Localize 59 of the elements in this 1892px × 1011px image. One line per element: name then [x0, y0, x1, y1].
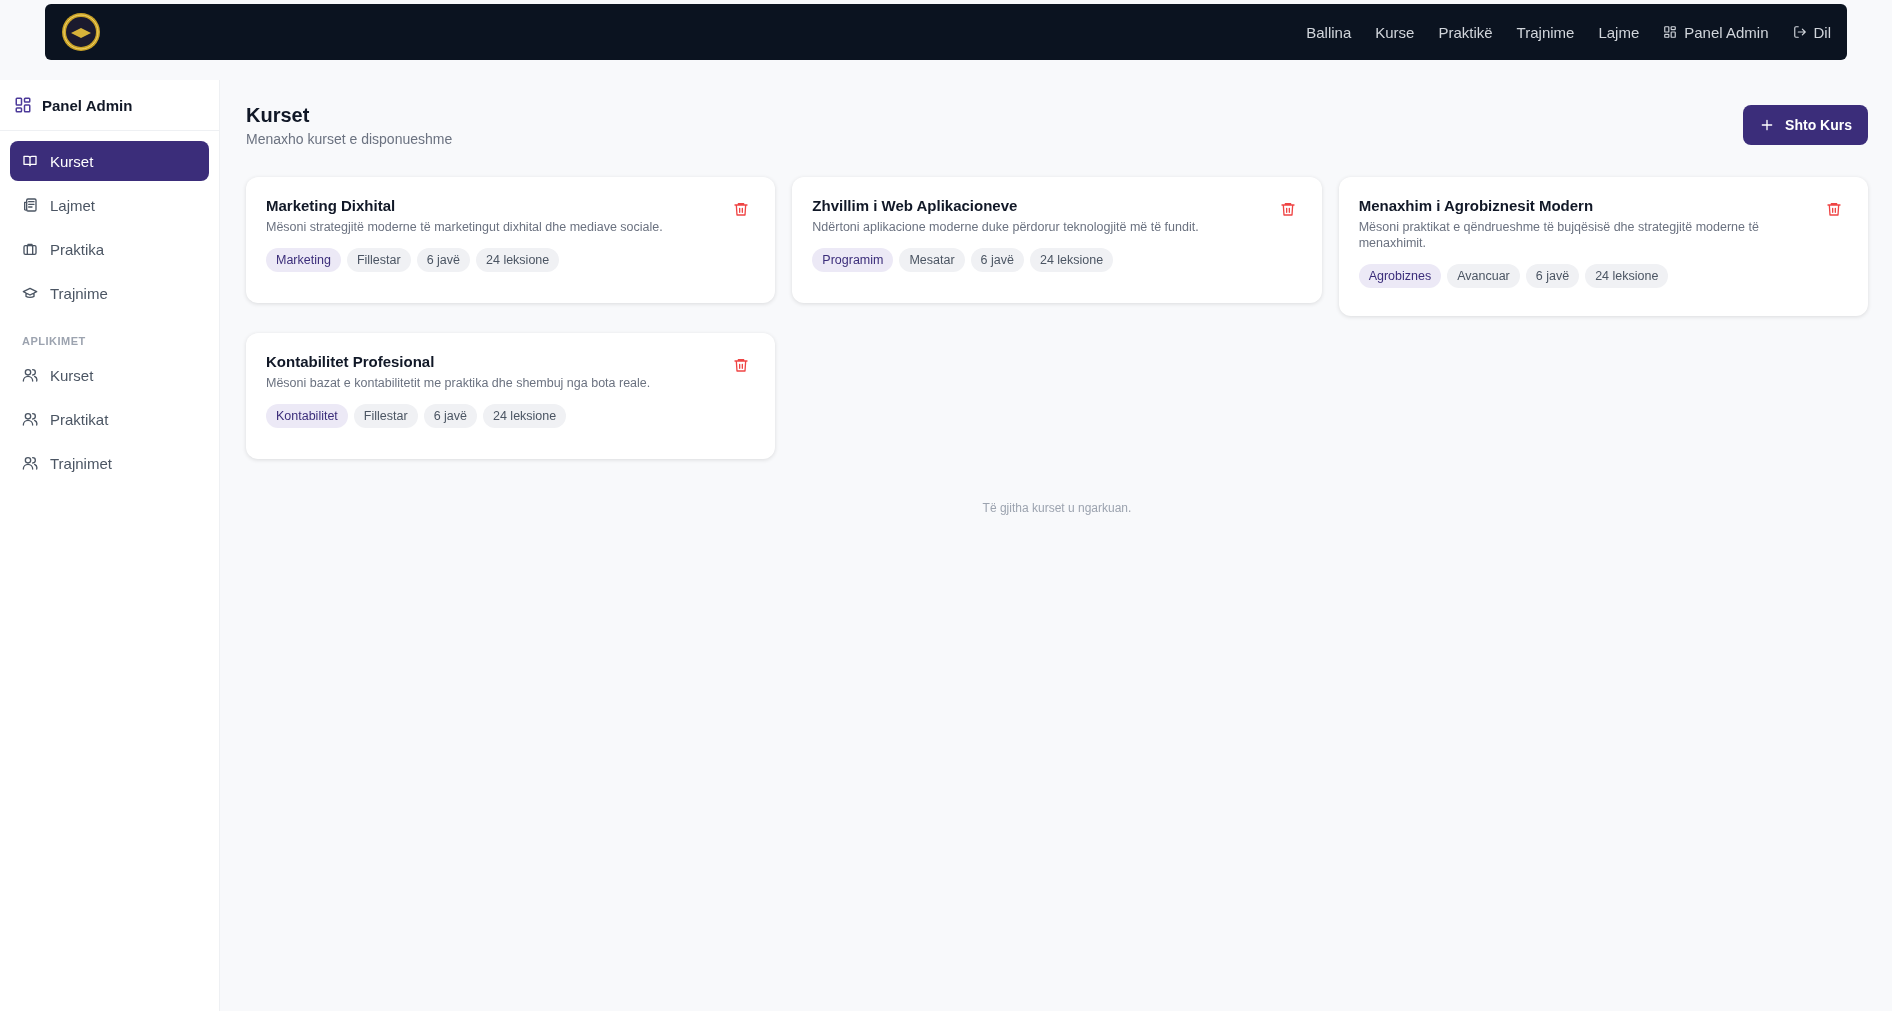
- graduation-cap-icon: [22, 285, 38, 301]
- briefcase-icon: [22, 241, 38, 257]
- course-description: Mësoni praktikat e qëndrueshme të bujqësisë dhe strategjitë moderne të menaxhimit.: [1358, 219, 1760, 251]
- nav-link[interactable]: Praktikë: [1438, 23, 1493, 41]
- info-tag: 24 leksione: [1029, 248, 1114, 272]
- category-tag: Programim: [812, 248, 894, 272]
- sidebar-item[interactable]: Kurset: [10, 141, 209, 181]
- add-course-button[interactable]: Shto Kurs: [1743, 105, 1868, 145]
- page-title: Kurset: [246, 104, 311, 127]
- course-title: Menaxhim i Agrobiznesit Modern: [1358, 197, 1595, 214]
- book-icon: [22, 153, 38, 169]
- course-title: Kontabilitet Profesional: [266, 353, 436, 370]
- sidebar-item[interactable]: Lajmet: [10, 185, 209, 225]
- category-tag: Kontabilitet: [266, 404, 348, 428]
- category-tag: Marketing: [266, 248, 341, 272]
- sidebar-item[interactable]: Kurset: [10, 355, 209, 395]
- nav-link[interactable]: Panel Admin: [1663, 23, 1769, 41]
- users-icon: [22, 367, 38, 383]
- delete-icon: [733, 201, 750, 217]
- section-heading: APLIKIMET: [21, 334, 87, 349]
- info-tag: Mesatar: [899, 248, 965, 272]
- category-tag: Agrobiznes: [1358, 264, 1442, 288]
- sidebar-item[interactable]: Trajnimet: [10, 443, 209, 483]
- sidebar-item[interactable]: Praktika: [10, 229, 209, 269]
- course-description: Ndërtoni aplikacione moderne duke përdorur teknologjitë më të fundit.: [812, 219, 1200, 235]
- info-tag: 6 javë: [970, 248, 1024, 272]
- logout-icon: [1792, 25, 1807, 39]
- sidebar-item[interactable]: Praktikat: [10, 399, 209, 439]
- info-tag: 24 leksione: [483, 404, 567, 428]
- info-tag: Avancuar: [1447, 264, 1520, 288]
- info-tag: Fillestar: [353, 404, 418, 428]
- course-description: Mësoni strategjitë moderne të marketingut dixhital dhe mediave sociale.: [266, 219, 664, 235]
- delete-icon: [1279, 201, 1296, 217]
- delete-icon: [733, 357, 750, 373]
- users-icon: [22, 455, 38, 471]
- delete-icon: [1826, 201, 1842, 217]
- info-tag: 6 javë: [423, 404, 477, 428]
- info-tag: 24 leksione: [476, 248, 560, 272]
- sidebar-title: Panel Admin: [42, 96, 133, 114]
- nav-link[interactable]: Kurse: [1375, 23, 1415, 41]
- nav-link[interactable]: Lajme: [1598, 23, 1640, 41]
- info-tag: 6 javë: [416, 248, 470, 272]
- nav-link[interactable]: Dil: [1792, 23, 1831, 41]
- course-description: Mësoni bazat e kontabilitetit me praktika dhe shembuj nga bota reale.: [266, 375, 652, 391]
- page-subtitle: Menaxho kurset e disponueshme: [246, 131, 453, 147]
- info-tag: Fillestar: [346, 248, 411, 272]
- status-note: Të gjitha kurset u ngarkuan.: [981, 501, 1133, 515]
- nav-link[interactable]: Ballina: [1306, 23, 1352, 41]
- grid-icon: [1663, 25, 1678, 39]
- nav-link[interactable]: Trajnime: [1516, 23, 1575, 41]
- grid-icon: [14, 96, 32, 114]
- sidebar-item[interactable]: Trajnime: [10, 273, 209, 313]
- info-tag: 24 leksione: [1585, 264, 1669, 288]
- newspaper-icon: [22, 197, 38, 213]
- logo-icon[interactable]: [61, 12, 101, 52]
- info-tag: 6 javë: [1525, 264, 1580, 288]
- course-title: Marketing Dixhital: [266, 197, 397, 214]
- users-icon: [22, 411, 38, 427]
- course-title: Zhvillim i Web Aplikacioneve: [812, 197, 1019, 214]
